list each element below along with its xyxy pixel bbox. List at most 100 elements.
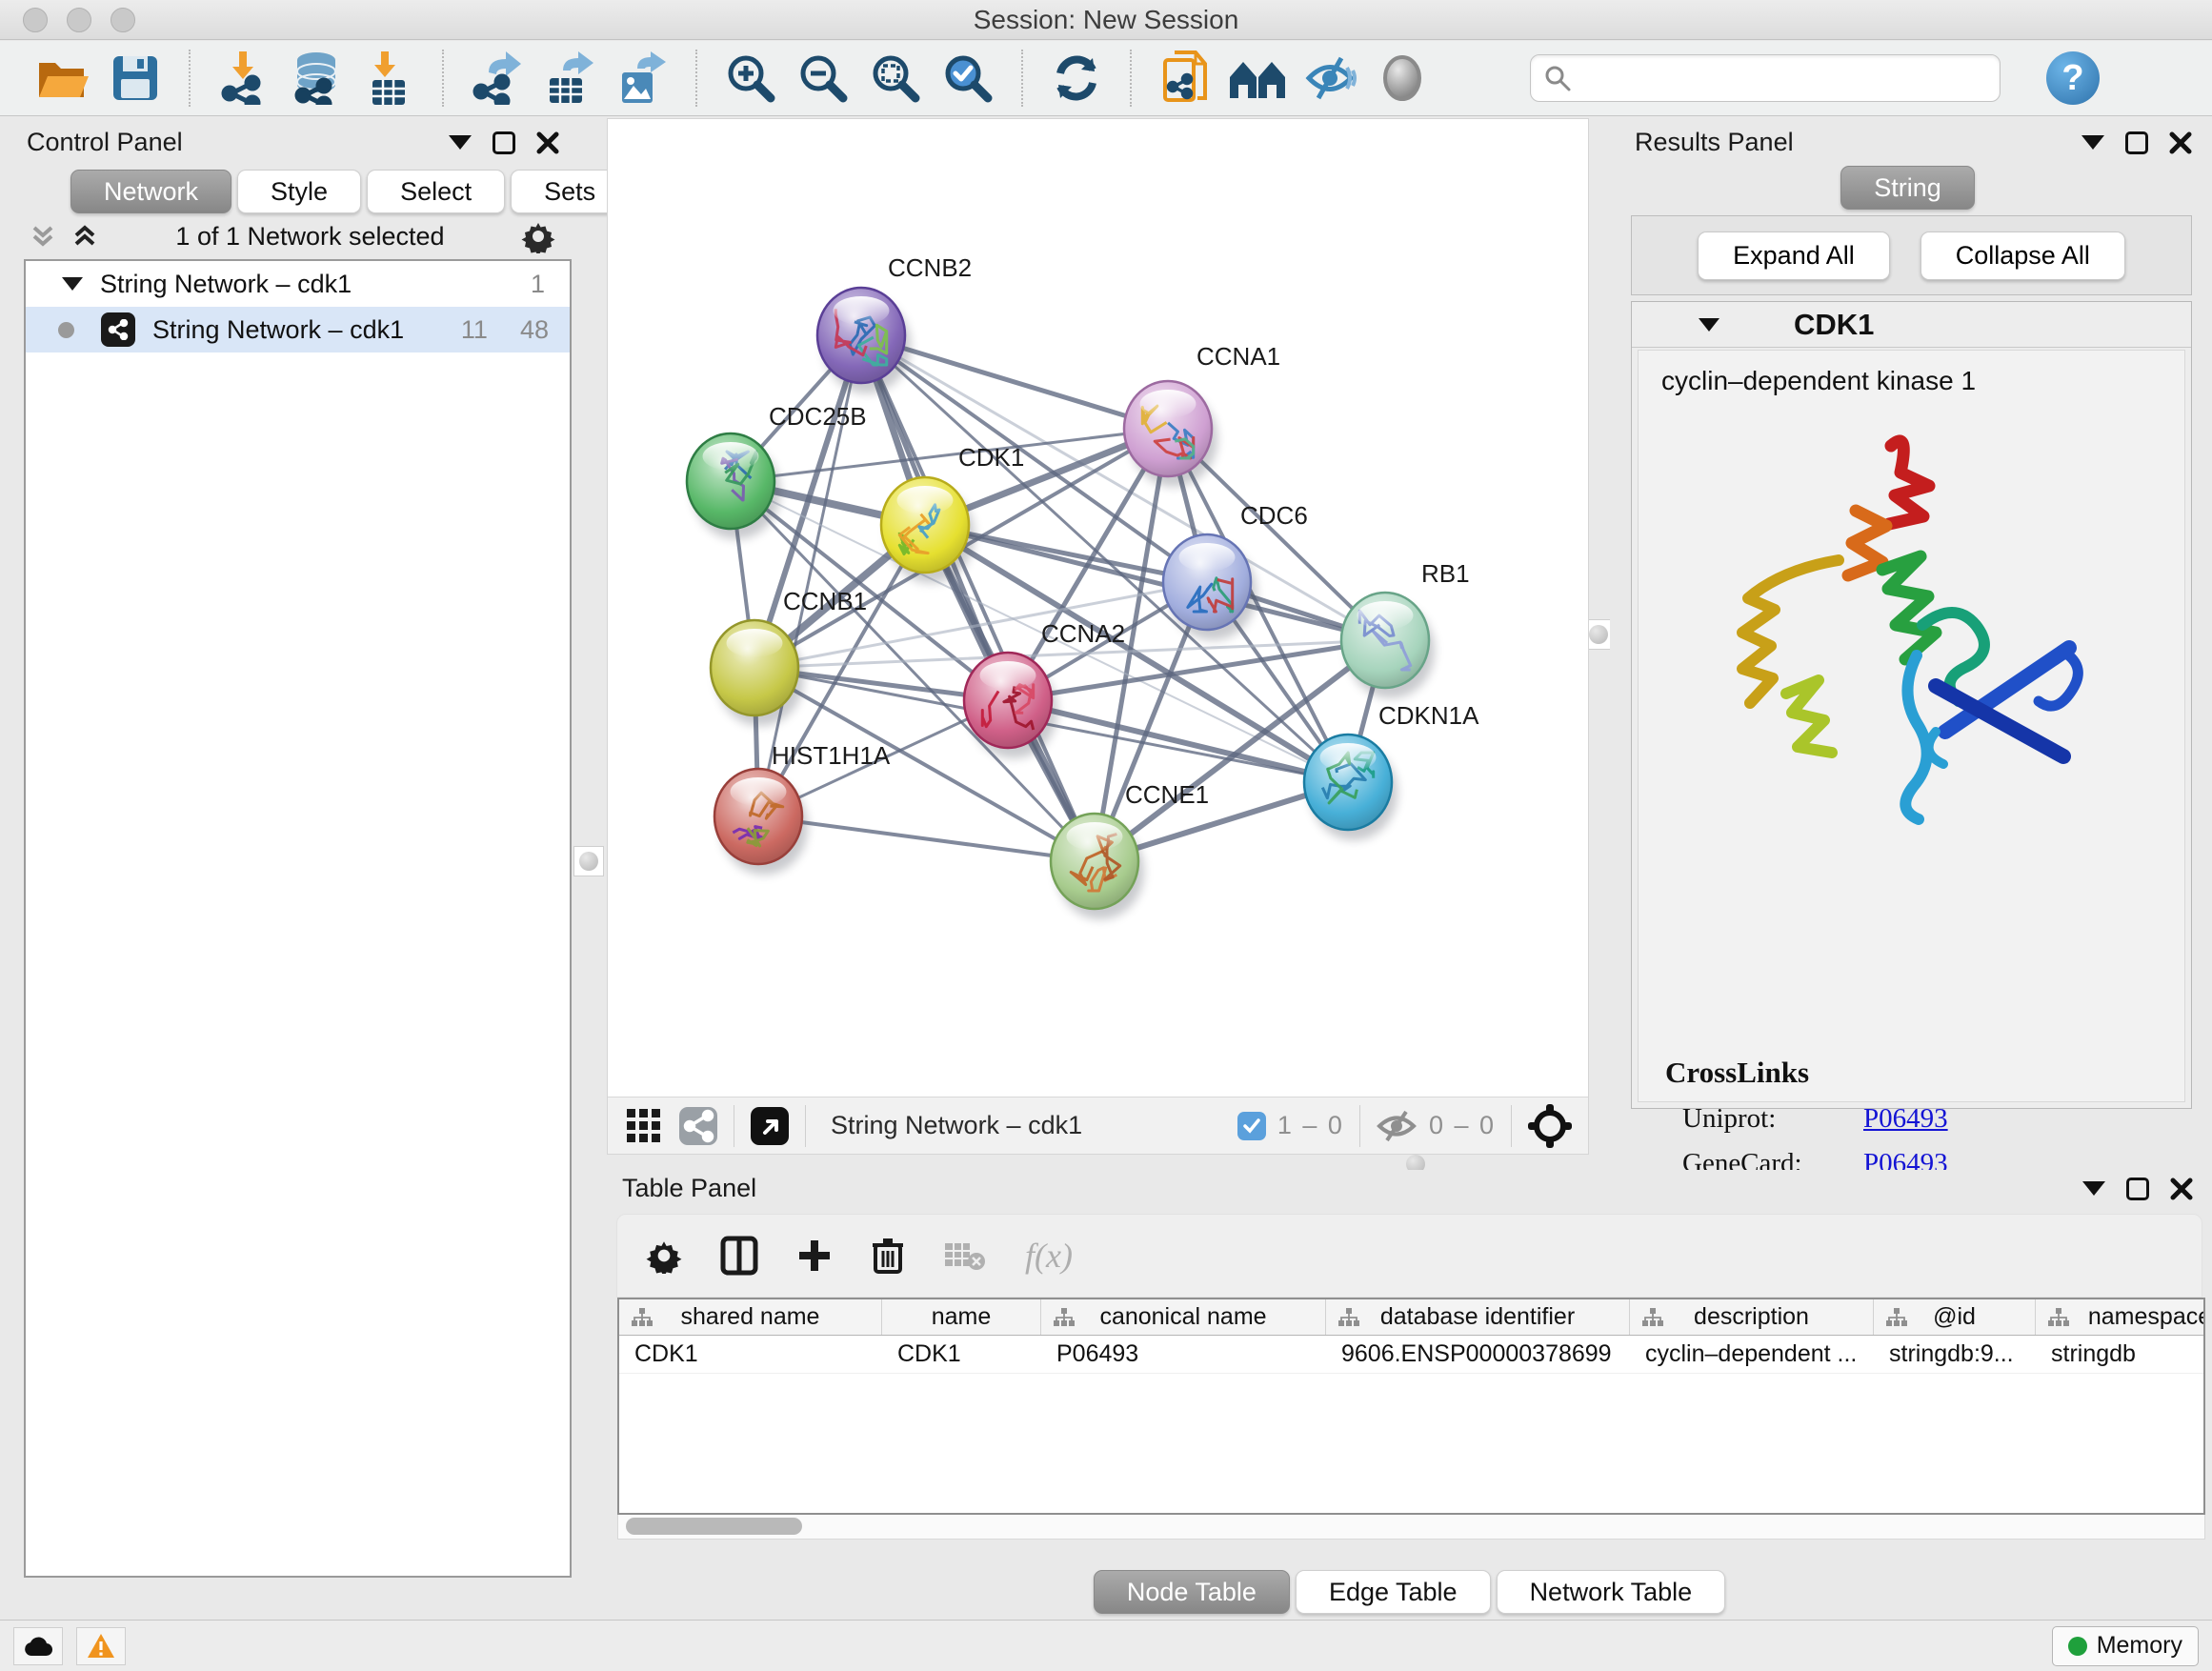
close-window-button[interactable] [23, 8, 48, 32]
close-panel-icon[interactable] [2169, 131, 2192, 154]
column-header-namespace[interactable]: namespace [2036, 1299, 2205, 1335]
maximize-panel-icon[interactable] [493, 131, 515, 154]
network-edge[interactable] [758, 816, 1095, 861]
memory-button[interactable]: Memory [2052, 1626, 2199, 1666]
toolbar-separator [442, 50, 444, 107]
close-panel-icon[interactable] [2170, 1178, 2193, 1200]
network-collection-row[interactable]: String Network – cdk1 1 [26, 261, 570, 307]
eye-slash-icon [1303, 54, 1357, 102]
protein-expand-icon[interactable] [1699, 318, 1719, 332]
export-table-button[interactable] [533, 46, 606, 111]
maximize-panel-icon[interactable] [2126, 1178, 2149, 1200]
grid-view-icon[interactable] [625, 1107, 663, 1145]
collapse-all-icon[interactable] [29, 222, 57, 251]
string-documents-button[interactable] [1149, 46, 1221, 111]
delete-column-icon[interactable] [871, 1236, 905, 1276]
crosslink-link[interactable]: P06493 [1863, 1103, 1948, 1135]
scrollbar-thumb[interactable] [626, 1518, 802, 1535]
warnings-button[interactable] [76, 1627, 126, 1665]
search-icon [1544, 65, 1571, 91]
table-cell[interactable]: P06493 [1041, 1336, 1326, 1373]
move-crosshair-icon[interactable] [1527, 1103, 1573, 1149]
tab-string[interactable]: String [1840, 166, 1975, 210]
maximize-window-button[interactable] [111, 8, 135, 32]
left-splitter-handle[interactable] [573, 846, 604, 876]
column-header-name[interactable]: name [882, 1299, 1041, 1335]
network-node-ccna2[interactable] [964, 653, 1057, 758]
expand-all-icon[interactable] [70, 222, 99, 251]
import-network-from-database-button[interactable] [280, 46, 352, 111]
horizontal-scrollbar[interactable] [617, 1515, 2205, 1540]
table-cell[interactable]: CDK1 [882, 1336, 1041, 1373]
glass-ball-button[interactable] [1366, 46, 1438, 111]
home-button[interactable] [1221, 46, 1294, 111]
memory-label: Memory [2097, 1632, 2182, 1660]
table-cell[interactable]: stringdb [2036, 1336, 2205, 1373]
minimize-window-button[interactable] [67, 8, 91, 32]
zoom-in-button[interactable] [714, 46, 787, 111]
network-canvas[interactable]: CCNB2CCNA1CDC25BCDK1CDC6RB1CCNB1CCNA2CDK… [607, 118, 1589, 1155]
column-header-shared-name[interactable]: shared name [619, 1299, 882, 1335]
column-header-database-identifier[interactable]: database identifier [1326, 1299, 1630, 1335]
save-session-button[interactable] [99, 46, 171, 111]
selected-checkbox-icon[interactable] [1237, 1112, 1266, 1140]
table-cell[interactable]: stringdb:9... [1874, 1336, 2036, 1373]
network-node-cdk1[interactable] [881, 477, 975, 583]
birdseye-toggle-icon[interactable] [750, 1106, 790, 1146]
table-cell[interactable]: 9606.ENSP00000378699 [1326, 1336, 1630, 1373]
network-edge[interactable] [861, 335, 1095, 861]
column-header-description[interactable]: description [1630, 1299, 1874, 1335]
column-header-canonical-name[interactable]: canonical name [1041, 1299, 1326, 1335]
network-node-cdkn1a[interactable] [1304, 735, 1398, 840]
open-session-button[interactable] [27, 46, 99, 111]
maximize-panel-icon[interactable] [2125, 131, 2148, 154]
protein-header[interactable]: CDK1 [1632, 302, 2191, 348]
toolbar-separator [189, 50, 191, 107]
select-columns-icon[interactable] [720, 1236, 758, 1276]
network-graph[interactable]: CCNB2CCNA1CDC25BCDK1CDC6RB1CCNB1CCNA2CDK… [608, 119, 1588, 1097]
collection-expand-icon[interactable] [62, 277, 83, 291]
tab-network[interactable]: Network [70, 170, 231, 213]
tab-select[interactable]: Select [367, 170, 505, 213]
network-node-rb1[interactable] [1341, 593, 1435, 698]
tab-node-table[interactable]: Node Table [1094, 1570, 1290, 1614]
table-cell[interactable]: CDK1 [619, 1336, 882, 1373]
refresh-view-button[interactable] [1040, 46, 1113, 111]
gear-icon[interactable] [521, 219, 555, 253]
close-panel-icon[interactable] [536, 131, 559, 154]
zoom-out-button[interactable] [787, 46, 859, 111]
main-toolbar: ? [0, 41, 2212, 116]
tab-style[interactable]: Style [237, 170, 361, 213]
network-node-ccnb2[interactable] [817, 288, 911, 393]
zoom-fit-button[interactable] [859, 46, 932, 111]
table-cell[interactable]: cyclin–dependent ... [1630, 1336, 1874, 1373]
import-network-from-file-button[interactable] [208, 46, 280, 111]
float-panel-icon[interactable] [2082, 1181, 2105, 1196]
collapse-all-button[interactable]: Collapse All [1920, 232, 2125, 280]
tab-edge-table[interactable]: Edge Table [1296, 1570, 1491, 1614]
float-panel-icon[interactable] [2081, 135, 2104, 150]
hidden-eye-icon[interactable] [1376, 1110, 1418, 1142]
node-table[interactable]: shared namenamecanonical namedatabase id… [617, 1298, 2205, 1515]
string-style-icon[interactable] [678, 1106, 718, 1146]
float-panel-icon[interactable] [449, 135, 472, 150]
network-row[interactable]: String Network – cdk1 11 48 [26, 307, 570, 352]
column-header--id[interactable]: @id [1874, 1299, 2036, 1335]
network-node-cdc25b[interactable] [687, 433, 780, 539]
table-settings-gear-icon[interactable] [646, 1238, 682, 1274]
search-input[interactable] [1579, 64, 1986, 93]
zoom-selected-button[interactable] [932, 46, 1004, 111]
export-image-button[interactable] [606, 46, 678, 111]
export-network-button[interactable] [461, 46, 533, 111]
network-node-hist1h1a[interactable] [714, 769, 808, 875]
hide-glass-effect-button[interactable] [1294, 46, 1366, 111]
help-button[interactable]: ? [2046, 51, 2100, 105]
tab-network-table[interactable]: Network Table [1497, 1570, 1726, 1614]
network-node-ccne1[interactable] [1051, 814, 1144, 919]
expand-all-button[interactable]: Expand All [1698, 232, 1890, 280]
table-row[interactable]: CDK1CDK1P064939606.ENSP00000378699cyclin… [619, 1336, 2203, 1374]
cloud-button[interactable] [13, 1627, 63, 1665]
import-table-from-file-button[interactable] [352, 46, 425, 111]
network-node-ccna1[interactable] [1124, 381, 1217, 487]
add-column-icon[interactable] [796, 1238, 833, 1274]
